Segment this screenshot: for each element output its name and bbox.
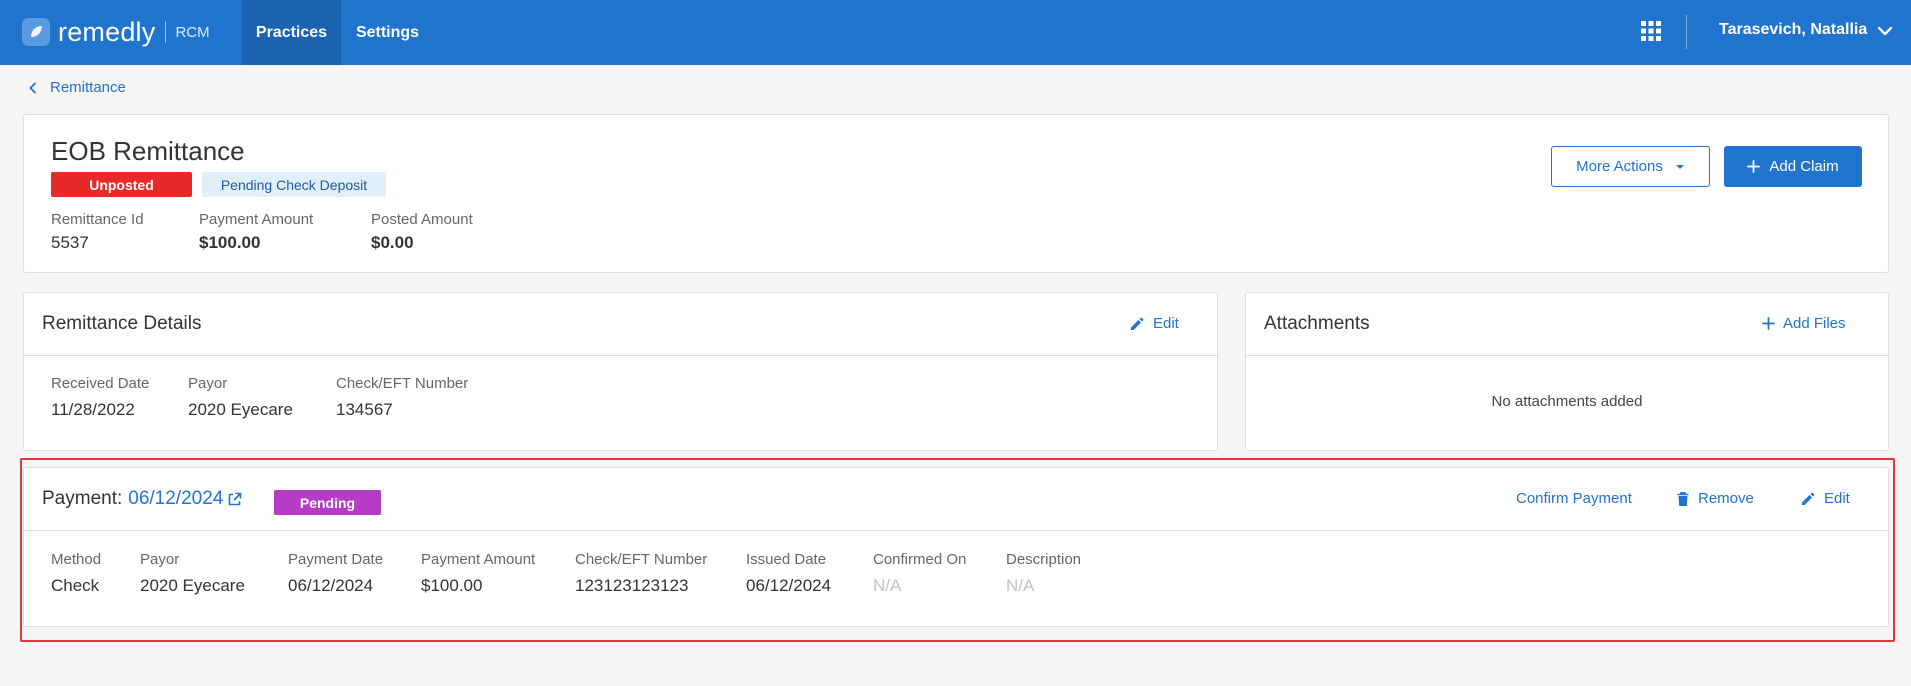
- status-badge-unposted: Unposted: [51, 172, 192, 197]
- payment-amount-label: Payment Amount: [199, 211, 314, 228]
- trash-icon: [1677, 491, 1689, 506]
- status-badge-pending-check-deposit: Pending Check Deposit: [202, 172, 386, 197]
- add-claim-button[interactable]: Add Claim: [1724, 146, 1862, 187]
- payor-value: 2020 Eyecare: [188, 400, 293, 419]
- payment-date-value: 06/12/2024: [288, 576, 374, 595]
- logo-subtitle: RCM: [175, 23, 210, 41]
- confirm-payment-button[interactable]: Confirm Payment: [1516, 490, 1632, 507]
- add-files-label: Add Files: [1783, 315, 1846, 332]
- chevron-left-icon: [29, 82, 36, 93]
- attachments-header: Attachments Add Files: [1246, 293, 1888, 356]
- attachments-card: Attachments Add Files No attachments add…: [1245, 292, 1889, 451]
- payment-title: Payment: 06/12/2024: [42, 488, 242, 510]
- page-title: EOB Remittance: [51, 136, 245, 166]
- breadcrumb-label: Remittance: [50, 79, 126, 96]
- plus-icon: [1762, 317, 1775, 330]
- remittance-details-header: Remittance Details Edit: [24, 293, 1217, 356]
- remove-label: Remove: [1698, 490, 1754, 507]
- external-link-icon[interactable]: [227, 492, 242, 507]
- issued-date-label: Issued Date: [746, 551, 827, 568]
- remittance-id-value: 5537: [51, 233, 89, 252]
- top-bar-divider: [1686, 15, 1687, 49]
- add-claim-label: Add Claim: [1769, 158, 1839, 175]
- logo-text: remedly: [58, 16, 156, 47]
- more-actions-button[interactable]: More Actions: [1551, 146, 1710, 187]
- nav-tab-settings[interactable]: Settings: [341, 0, 434, 65]
- remittance-details-card: Remittance Details Edit Received Date 11…: [23, 292, 1218, 451]
- nav-tab-practices[interactable]: Practices: [242, 0, 341, 65]
- payor-label: Payor: [188, 375, 228, 392]
- edit-payment-button[interactable]: Edit: [1800, 490, 1850, 507]
- received-date-label: Received Date: [51, 375, 150, 392]
- remittance-details-title: Remittance Details: [42, 313, 202, 334]
- check-eft-number-label: Check/EFT Number: [575, 551, 708, 568]
- user-menu-name[interactable]: Tarasevich, Natallia: [1719, 21, 1867, 39]
- add-files-button[interactable]: Add Files: [1762, 315, 1846, 332]
- payment-header: Payment: 06/12/2024 Pending Confirm Paym…: [24, 468, 1888, 531]
- remittance-id-label: Remittance Id: [51, 211, 144, 228]
- pencil-icon: [1802, 492, 1815, 505]
- posted-amount-value: $0.00: [371, 233, 414, 252]
- confirmed-on-value: N/A: [873, 576, 902, 595]
- received-date-value: 11/28/2022: [51, 400, 135, 419]
- confirm-payment-label: Confirm Payment: [1516, 490, 1632, 507]
- payment-date-link[interactable]: 06/12/2024: [128, 488, 223, 510]
- grid-icon[interactable]: [1640, 20, 1662, 42]
- pencil-icon: [1131, 317, 1144, 330]
- chevron-down-icon[interactable]: [1876, 22, 1894, 40]
- attachments-empty-text: No attachments added: [1491, 393, 1643, 410]
- check-eft-number-label: Check/EFT Number: [336, 375, 469, 392]
- check-eft-number-value: 134567: [336, 400, 393, 419]
- payor-value: 2020 Eyecare: [140, 576, 245, 595]
- method-label: Method: [51, 551, 102, 568]
- check-eft-number-value: 123123123123: [575, 576, 689, 595]
- attachments-title: Attachments: [1264, 313, 1370, 334]
- description-label: Description: [1006, 551, 1082, 568]
- app-logo[interactable]: remedly RCM: [22, 14, 210, 50]
- edit-label: Edit: [1153, 315, 1179, 332]
- payment-card: Payment: 06/12/2024 Pending Confirm Paym…: [23, 467, 1889, 627]
- leaf-logo-icon: [22, 18, 50, 46]
- payment-status-badge: Pending: [274, 490, 381, 515]
- payment-title-prefix: Payment:: [42, 488, 123, 509]
- top-nav-bar: remedly RCM Practices Settings Tarasevic…: [0, 0, 1911, 65]
- payor-label: Payor: [140, 551, 180, 568]
- remove-payment-button[interactable]: Remove: [1676, 490, 1754, 507]
- method-value: Check: [51, 576, 100, 595]
- caret-down-icon: [1675, 164, 1684, 169]
- edit-label: Edit: [1824, 490, 1850, 507]
- remittance-header-card: EOB Remittance Unposted Pending Check De…: [23, 114, 1889, 273]
- payment-date-label: Payment Date: [288, 551, 384, 568]
- payment-amount-label: Payment Amount: [421, 551, 536, 568]
- confirmed-on-label: Confirmed On: [873, 551, 967, 568]
- payment-amount-value: $100.00: [421, 576, 483, 595]
- plus-icon: [1747, 160, 1761, 173]
- issued-date-value: 06/12/2024: [746, 576, 832, 595]
- logo-divider: [165, 21, 167, 43]
- payment-amount-value: $100.00: [199, 233, 261, 252]
- posted-amount-label: Posted Amount: [371, 211, 473, 228]
- description-value: N/A: [1006, 576, 1035, 595]
- breadcrumb-back-link[interactable]: Remittance: [28, 79, 126, 96]
- more-actions-label: More Actions: [1576, 158, 1663, 175]
- remittance-details-edit-button[interactable]: Edit: [1129, 315, 1179, 332]
